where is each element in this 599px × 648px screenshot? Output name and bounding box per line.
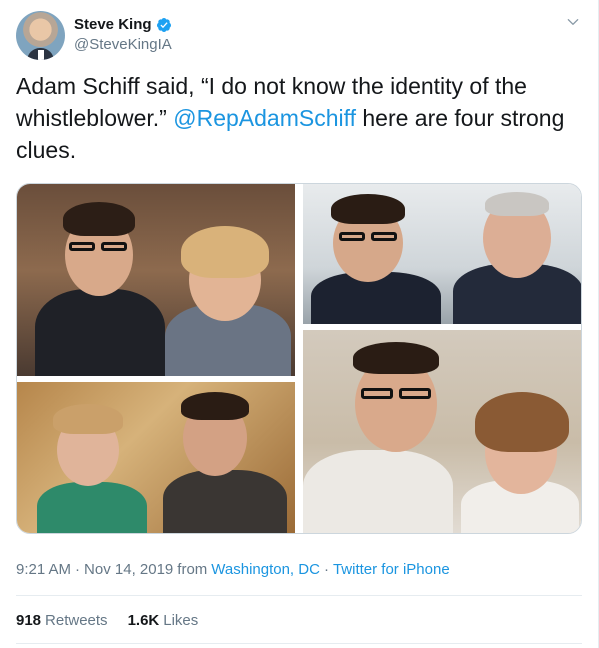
verified-badge-icon xyxy=(156,18,171,32)
photo-panel-bottom-right xyxy=(303,330,581,533)
tweet-metadata: 9:21 AM · Nov 14, 2019 from Washington, … xyxy=(16,561,450,579)
person-figure xyxy=(163,470,287,533)
handle[interactable]: @SteveKingIA xyxy=(74,36,172,54)
glasses xyxy=(101,242,127,251)
glasses xyxy=(339,232,365,241)
retweets-label: Retweets xyxy=(45,612,108,629)
source-link[interactable]: Twitter for iPhone xyxy=(333,561,450,579)
likes-stat[interactable]: 1.6K Likes xyxy=(128,612,199,630)
divider xyxy=(16,595,582,596)
likes-label: Likes xyxy=(163,612,199,629)
location-link[interactable]: Washington, DC xyxy=(211,561,320,579)
tweet-text: Adam Schiff said, “I do not know the ide… xyxy=(16,70,576,166)
tweet-media-photo[interactable] xyxy=(16,183,582,534)
display-name[interactable]: Steve King xyxy=(74,16,152,34)
tweet-date[interactable]: Nov 14, 2019 xyxy=(84,561,173,579)
person-hair xyxy=(485,192,549,216)
glasses xyxy=(361,388,393,399)
photo-panel-top-left xyxy=(17,184,295,376)
person-figure xyxy=(35,289,165,376)
engagement-stats: 918 Retweets 1.6K Likes xyxy=(16,612,198,630)
person-hair xyxy=(63,202,135,236)
retweets-count: 918 xyxy=(16,612,42,629)
tweet-time[interactable]: 9:21 AM xyxy=(16,561,71,579)
avatar[interactable] xyxy=(16,11,65,60)
tweet-header: Steve King @SteveKingIA xyxy=(16,11,582,60)
likes-count: 1.6K xyxy=(127,612,160,629)
glasses xyxy=(371,232,397,241)
person-hair xyxy=(181,392,249,420)
separator: · xyxy=(75,561,81,578)
person-hair xyxy=(331,194,405,224)
avatar-shirt xyxy=(38,50,44,60)
retweets-stat[interactable]: 918 Retweets xyxy=(16,612,108,630)
person-hair xyxy=(53,404,123,434)
person-hair xyxy=(353,342,439,374)
glasses xyxy=(399,388,431,399)
person-figure xyxy=(303,450,453,533)
separator: · xyxy=(323,561,329,578)
mention-link[interactable]: @RepAdamSchiff xyxy=(173,105,356,131)
person-figure xyxy=(37,482,147,533)
divider xyxy=(16,643,582,644)
from-label: from xyxy=(177,561,208,578)
person-hair xyxy=(181,226,269,278)
tweet-card: Steve King @SteveKingIA Adam Schiff said… xyxy=(0,0,599,648)
chevron-down-icon[interactable] xyxy=(565,14,581,30)
photo-panel-top-right xyxy=(303,184,581,324)
person-hair xyxy=(475,392,569,452)
glasses xyxy=(69,242,95,251)
photo-panel-bottom-left xyxy=(17,382,295,533)
name-row[interactable]: Steve King xyxy=(74,16,172,34)
